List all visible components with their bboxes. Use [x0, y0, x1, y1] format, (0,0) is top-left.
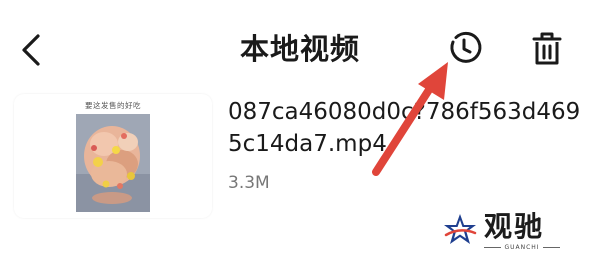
food-photo	[76, 114, 150, 212]
watermark-name: 观驰	[484, 210, 545, 243]
history-icon	[450, 31, 482, 63]
chevron-left-icon	[22, 34, 40, 66]
back-button[interactable]	[14, 30, 50, 70]
thumbnail-caption: 要这发售的好吃	[85, 101, 141, 110]
delete-button[interactable]	[528, 29, 566, 69]
watermark-sub: GUANCHI	[484, 244, 561, 251]
history-button[interactable]	[444, 28, 484, 68]
guanchi-logo-icon	[444, 214, 477, 244]
video-thumbnail[interactable]: 要这发售的好吃	[14, 94, 212, 218]
trash-icon	[532, 32, 562, 65]
watermark-sub-text: GUANCHI	[504, 244, 540, 251]
video-file-size: 3.3M	[228, 173, 270, 193]
video-filename: 087ca46080d0c?786f563d4695c14da7.mp4	[228, 99, 581, 157]
page-title: 本地视频	[239, 32, 360, 66]
divider	[542, 247, 561, 248]
divider	[484, 247, 502, 248]
